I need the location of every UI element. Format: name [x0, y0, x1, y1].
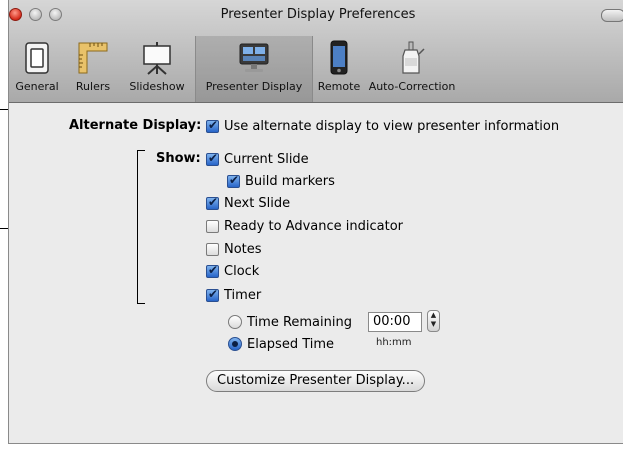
current-slide-label: Current Slide: [224, 151, 309, 167]
toolbar-general[interactable]: General: [9, 36, 67, 102]
alternate-display-option-label: Use alternate display to view presenter …: [224, 118, 560, 134]
ruler-icon: [78, 42, 108, 74]
timer-checkbox[interactable]: [206, 287, 219, 302]
show-bracket-top: [137, 150, 145, 151]
toolbar-slideshow[interactable]: Slideshow: [119, 36, 195, 102]
elapsed-time-option[interactable]: Elapsed Time: [228, 335, 334, 353]
current-slide-option[interactable]: Current Slide: [206, 150, 309, 168]
stepper-up-icon[interactable]: ▲: [428, 311, 439, 320]
ready-to-advance-option[interactable]: Ready to Advance indicator: [206, 217, 403, 235]
build-markers-checkbox[interactable]: [227, 173, 240, 188]
timer-label: Timer: [224, 287, 262, 303]
show-bracket-vertical: [137, 150, 138, 304]
toolbar-label-remote: Remote: [317, 80, 361, 93]
alternate-display-checkbox[interactable]: [206, 118, 219, 133]
toolbar-auto-correction[interactable]: Auto-Correction: [365, 36, 459, 102]
timer-option[interactable]: Timer: [206, 286, 261, 304]
toolbar-label-auto-correction: Auto-Correction: [368, 80, 456, 93]
toolbar-remote[interactable]: Remote: [313, 36, 365, 102]
toolbar-label-presenter-display: Presenter Display: [205, 80, 303, 93]
elapsed-time-radio[interactable]: [228, 337, 242, 351]
slideshow-screen-icon: [143, 42, 171, 75]
build-markers-option[interactable]: Build markers: [227, 172, 335, 190]
time-format-hint: hh:mm: [376, 337, 412, 348]
ready-to-advance-label: Ready to Advance indicator: [224, 218, 403, 234]
iphone-remote-icon: [330, 40, 348, 75]
clock-label: Clock: [224, 263, 260, 279]
notes-checkbox[interactable]: [206, 242, 219, 256]
show-bracket-bottom: [137, 303, 145, 304]
notes-option[interactable]: Notes: [206, 240, 262, 258]
current-slide-checkbox[interactable]: [206, 151, 219, 166]
toolbar-presenter-display[interactable]: Presenter Display: [195, 36, 313, 102]
clock-checkbox[interactable]: [206, 263, 219, 278]
toolbar-label-general: General: [15, 80, 59, 93]
customize-presenter-display-button[interactable]: Customize Presenter Display...: [206, 370, 426, 392]
elapsed-time-label: Elapsed Time: [247, 336, 335, 352]
toolbar-label-slideshow: Slideshow: [129, 80, 185, 93]
window-title: Presenter Display Preferences: [220, 7, 416, 22]
next-slide-label: Next Slide: [224, 195, 291, 211]
title-bar: Presenter Display Preferences General Ru…: [9, 0, 623, 103]
presenter-display-icon: [239, 43, 269, 72]
build-markers-label: Build markers: [245, 173, 335, 189]
next-slide-checkbox[interactable]: [206, 195, 219, 210]
toolbar-label-rulers: Rulers: [75, 80, 111, 93]
time-remaining-label: Time Remaining: [247, 314, 352, 330]
next-slide-option[interactable]: Next Slide: [206, 194, 290, 212]
stepper-down-icon[interactable]: ▼: [428, 320, 439, 329]
time-remaining-radio[interactable]: [228, 315, 242, 329]
alternate-display-option[interactable]: Use alternate display to view presenter …: [206, 117, 559, 135]
show-label: Show:: [156, 151, 201, 166]
general-switch-icon: [25, 42, 49, 74]
toolbar-rulers[interactable]: Rulers: [67, 36, 119, 102]
preferences-window: Presenter Display Preferences General Ru…: [8, 0, 623, 444]
alternate-display-label: Alternate Display:: [69, 118, 202, 133]
notes-label: Notes: [224, 241, 262, 257]
ready-to-advance-checkbox[interactable]: [206, 219, 219, 233]
auto-correction-icon: [402, 41, 425, 74]
time-stepper[interactable]: ▲ ▼: [427, 310, 440, 332]
time-value-field[interactable]: 00:00: [368, 312, 422, 332]
clock-option[interactable]: Clock: [206, 262, 259, 280]
toolbar-toggle-button[interactable]: [601, 9, 623, 22]
time-remaining-option[interactable]: Time Remaining: [228, 313, 352, 331]
